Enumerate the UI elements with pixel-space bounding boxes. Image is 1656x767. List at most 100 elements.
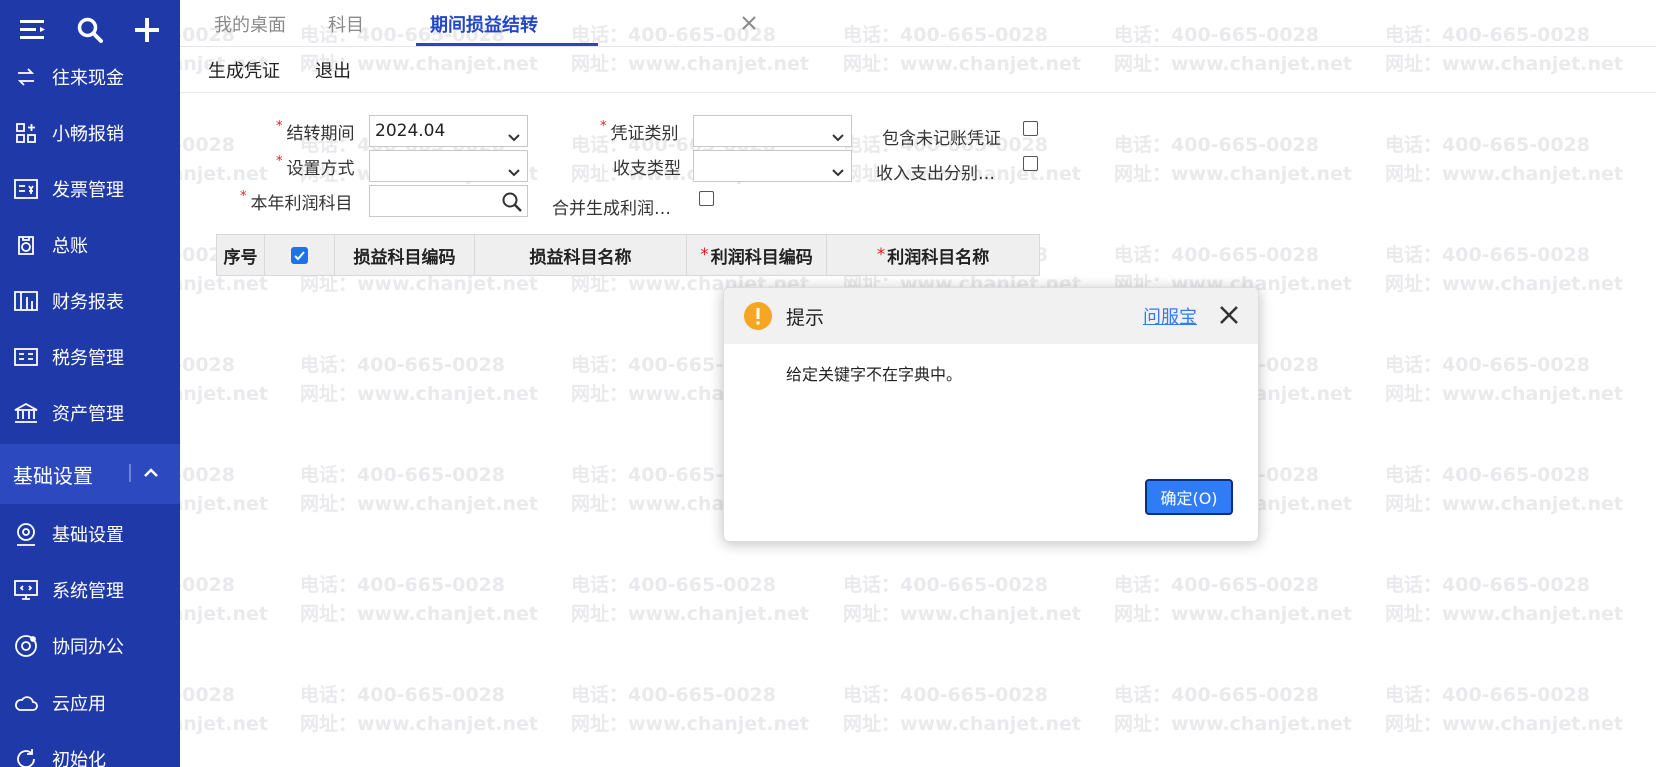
tab-bar: 我的桌面 科目 期间损益结转	[180, 0, 1656, 47]
sidebar-item-tax[interactable]: 税务管理	[0, 337, 180, 377]
watermark-phone: 电话：400-665-0028	[571, 574, 776, 596]
include-unposted-checkbox[interactable]	[1023, 121, 1038, 136]
warning-icon	[744, 302, 772, 330]
watermark-phone: 电话：400-665-0028	[1385, 244, 1590, 266]
settings-icon	[12, 520, 40, 548]
watermark-phone: 电话：400-665-0028	[1114, 574, 1319, 596]
method-label: * 设置方式	[276, 154, 355, 179]
merge-profit-checkbox[interactable]	[699, 191, 714, 206]
sidebar-item-ledger[interactable]: 总账	[0, 225, 180, 265]
voucher-type-select[interactable]	[693, 115, 852, 147]
init-icon	[12, 745, 40, 767]
income-split-checkbox[interactable]	[1023, 156, 1038, 171]
sidebar-item-reimburse[interactable]: 小畅报销	[0, 113, 180, 153]
watermark-phone: 电话：400-665-0028	[1114, 134, 1319, 156]
search-icon[interactable]	[70, 10, 110, 50]
profit-account-input[interactable]	[369, 185, 528, 217]
watermark-site: 网址：www.chanjet.net	[1385, 273, 1623, 295]
sidebar-section-basic-settings[interactable]: 基础设置	[0, 444, 180, 504]
chevron-up-icon[interactable]	[140, 462, 162, 484]
tab-period-pl-transfer[interactable]: 期间损益结转	[430, 0, 538, 47]
menu-icon[interactable]	[13, 10, 53, 50]
sidebar-item-label: 财务报表	[52, 292, 124, 313]
active-tab-underline	[416, 43, 598, 46]
dialog-title: 提示	[786, 307, 825, 329]
exit-button[interactable]: 退出	[315, 57, 351, 83]
watermark-phone: 电话：400-665-0028	[571, 684, 776, 706]
chevron-down-icon	[831, 124, 845, 142]
method-select[interactable]	[369, 150, 528, 182]
close-icon[interactable]	[740, 14, 758, 32]
watermark-site: 网址：www.chanjet.net	[843, 603, 1081, 625]
watermark-phone: 电话：400-665-0028	[843, 684, 1048, 706]
select-all-checkbox[interactable]	[291, 246, 308, 264]
period-select[interactable]: 2024.04	[369, 115, 528, 147]
alert-dialog: 提示 问服宝 给定关键字不在字典中。 确定(O)	[723, 287, 1259, 542]
chevron-down-icon	[507, 124, 521, 142]
watermark-phone: 电话：400-665-0028	[300, 464, 505, 486]
sidebar-item-cloud[interactable]: 云应用	[0, 683, 180, 723]
watermark-site: 网址：www.chanjet.net	[300, 383, 538, 405]
tab-label: 期间损益结转	[430, 14, 538, 36]
include-unposted-label: 包含未记账凭证	[882, 129, 1001, 149]
sidebar-item-settings[interactable]: 基础设置	[0, 514, 180, 554]
ok-button[interactable]: 确定(O)	[1145, 479, 1233, 515]
watermark-phone: 电话：400-665-0028	[1114, 244, 1319, 266]
column-header-profit-code: * 利润科目编码	[687, 235, 827, 275]
watermark-site: 网址：www.chanjet.net	[300, 603, 538, 625]
sidebar-item-asset[interactable]: 资产管理	[0, 393, 180, 433]
sidebar: 往来现金 小畅报销 发票管理 总账 财务报表 税务管理 资产管理 基础设置 基础…	[0, 0, 180, 767]
sidebar-item-collab[interactable]: 协同办公	[0, 626, 180, 666]
tab-accounts[interactable]: 科目	[328, 0, 364, 47]
income-type-select[interactable]	[693, 150, 852, 182]
reimburse-icon	[12, 119, 40, 147]
cloud-icon	[12, 689, 40, 717]
sidebar-item-init[interactable]: 初始化	[0, 739, 180, 767]
tab-my-desktop[interactable]: 我的桌面	[214, 0, 286, 47]
transfer-icon	[12, 63, 40, 91]
tab-label: 科目	[328, 14, 364, 36]
chevron-down-icon	[507, 159, 521, 177]
plus-icon[interactable]	[127, 10, 167, 50]
column-header-select	[265, 235, 335, 275]
income-type-label: 收支类型	[613, 159, 681, 179]
watermark-site: 网址：www.chanjet.net	[300, 493, 538, 515]
income-split-label: 收入支出分别…	[876, 164, 995, 184]
watermark-site: 网址：www.chanjet.net	[300, 713, 538, 735]
watermark-phone: 电话：400-665-0028	[300, 574, 505, 596]
tax-icon	[12, 343, 40, 371]
sidebar-item-system[interactable]: 系统管理	[0, 570, 180, 610]
dialog-header: 提示 问服宝	[724, 288, 1258, 344]
watermark-site: 网址：www.chanjet.net	[1114, 603, 1352, 625]
invoice-icon	[12, 175, 40, 203]
watermark-phone: 电话：400-665-0028	[300, 354, 505, 376]
watermark-phone: 电话：400-665-0028	[1385, 354, 1590, 376]
generate-voucher-button[interactable]: 生成凭证	[208, 57, 280, 83]
sidebar-item-transfer[interactable]: 往来现金	[0, 57, 180, 97]
watermark-phone: 电话：400-665-0028	[1385, 134, 1590, 156]
section-divider	[129, 464, 131, 482]
watermark-phone: 电话：400-665-0028	[1385, 574, 1590, 596]
search-icon[interactable]	[501, 191, 523, 213]
help-link[interactable]: 问服宝	[1143, 303, 1197, 329]
sidebar-item-label: 系统管理	[52, 581, 124, 602]
sidebar-item-label: 发票管理	[52, 180, 124, 201]
close-icon[interactable]	[1218, 304, 1240, 326]
watermark-site: 网址：www.chanjet.net	[571, 603, 809, 625]
asset-icon	[12, 399, 40, 427]
watermark-phone: 电话：400-665-0028	[1385, 684, 1590, 706]
sidebar-item-invoice[interactable]: 发票管理	[0, 169, 180, 209]
watermark-site: 网址：www.chanjet.net	[1114, 163, 1352, 185]
watermark-site: 网址：www.chanjet.net	[1385, 713, 1623, 735]
table-header: 序号 损益科目编码 损益科目名称 * 利润科目编码 * 利润科目名称	[216, 234, 1040, 276]
report-icon	[12, 287, 40, 315]
sidebar-item-report[interactable]: 财务报表	[0, 281, 180, 321]
system-icon	[12, 576, 40, 604]
column-header-pl-name: 损益科目名称	[475, 235, 687, 275]
watermark-phone: 电话：400-665-0028	[300, 684, 505, 706]
watermark-site: 网址：www.chanjet.net	[1114, 713, 1352, 735]
tab-label: 我的桌面	[214, 14, 286, 36]
toolbar: 生成凭证 退出	[180, 47, 1656, 93]
dialog-message: 给定关键字不在字典中。	[786, 365, 963, 384]
sidebar-topbar	[0, 0, 180, 60]
